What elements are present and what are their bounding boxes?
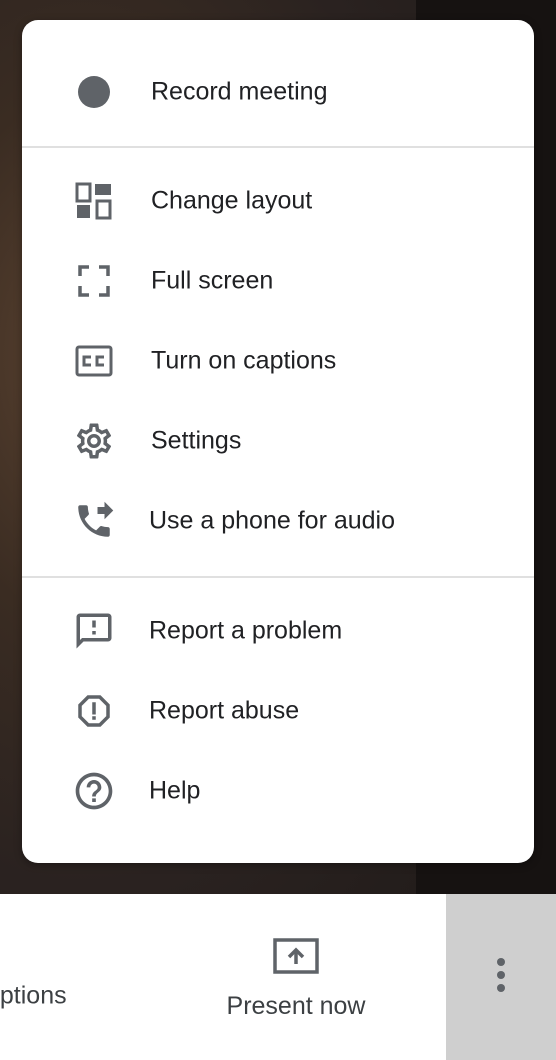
menu-item-report-abuse[interactable]: Report abuse [22, 671, 534, 751]
menu-item-label: Change layout [151, 186, 313, 215]
menu-item-settings[interactable]: Settings [22, 401, 534, 481]
feedback-icon [72, 609, 116, 653]
overflow-menu: Record meeting Change layout Full screen [22, 20, 534, 863]
menu-item-phone-audio[interactable]: Use a phone for audio [22, 481, 534, 561]
report-octagon-icon [72, 689, 116, 733]
menu-item-full-screen[interactable]: Full screen [22, 241, 534, 321]
present-now-label: Present now [226, 992, 366, 1020]
menu-item-label: Report a problem [149, 616, 343, 645]
menu-item-report-problem[interactable]: Report a problem [22, 591, 534, 671]
more-vert-icon [495, 957, 507, 998]
layout-icon [72, 179, 116, 223]
menu-item-label: Use a phone for audio [149, 506, 396, 535]
menu-item-help[interactable]: Help [22, 751, 534, 831]
menu-item-label: Help [149, 776, 201, 805]
menu-item-label: Settings [151, 426, 242, 455]
help-circle-icon [72, 769, 116, 813]
present-now-button[interactable]: Present now [200, 930, 392, 1030]
phone-forward-icon [72, 499, 116, 543]
gear-icon [72, 419, 116, 463]
menu-divider [22, 146, 534, 148]
menu-item-change-layout[interactable]: Change layout [22, 161, 534, 241]
record-dot-icon [72, 70, 116, 114]
menu-item-label: Record meeting [151, 77, 328, 106]
menu-item-label: Turn on captions [151, 346, 337, 375]
captions-button-label[interactable]: aptions [0, 982, 67, 1011]
more-options-button[interactable] [446, 894, 556, 1060]
menu-item-record-meeting[interactable]: Record meeting [22, 52, 534, 132]
menu-item-turn-on-captions[interactable]: Turn on captions [22, 321, 534, 401]
menu-item-label: Full screen [151, 266, 274, 295]
present-screen-icon [273, 938, 319, 976]
fullscreen-icon [72, 259, 116, 303]
menu-item-label: Report abuse [149, 696, 300, 725]
closed-captions-icon [72, 339, 116, 383]
menu-divider [22, 576, 534, 578]
